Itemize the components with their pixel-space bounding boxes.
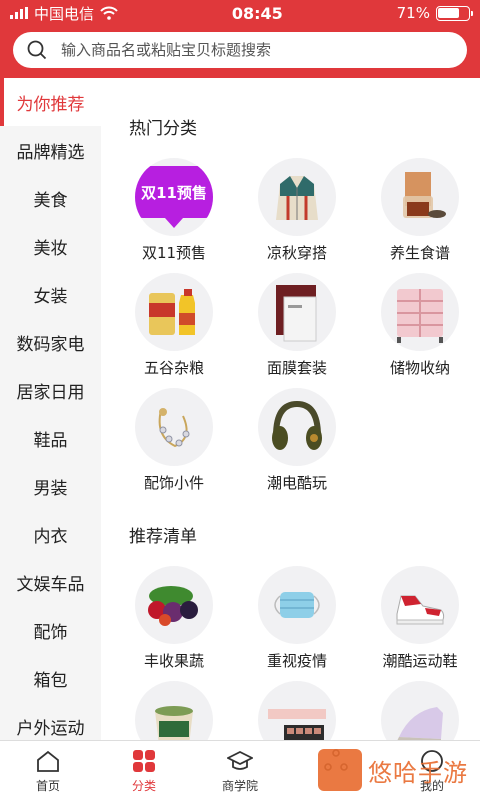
sidebar-item[interactable]: 文娱车品: [0, 558, 101, 606]
battery-icon: [435, 5, 473, 21]
sidebar-item[interactable]: 配饰: [0, 606, 101, 654]
face-mask-icon: [258, 273, 336, 351]
jacket-icon: [258, 158, 336, 236]
hot-item-label: 五谷杂粮: [143, 359, 204, 377]
search-icon: [27, 40, 47, 60]
signal-icon: [10, 7, 28, 19]
sidebar-item[interactable]: 居家日用: [0, 366, 101, 414]
hot-item[interactable]: 配饰小件: [113, 388, 235, 493]
headphones-icon: [258, 388, 336, 466]
search-input[interactable]: [61, 41, 441, 59]
status-bar: 中国电信 08:45 71%: [0, 0, 480, 26]
category-icon: [131, 749, 157, 773]
recommend-list-title: 推荐清单: [129, 527, 197, 547]
search-bar[interactable]: [13, 32, 467, 68]
recommend-item[interactable]: 潮酷运动鞋: [359, 566, 480, 671]
home-icon: [35, 749, 61, 773]
storage-drawer-icon: [381, 273, 459, 351]
recommend-item[interactable]: 重视疫情: [236, 566, 358, 671]
tab-graduation-cap[interactable]: 商学院: [192, 741, 288, 800]
hot-category-title: 热门分类: [129, 119, 197, 139]
hot-item-label: 养生食谱: [389, 244, 450, 262]
hot-item-label: 凉秋穿搭: [266, 244, 327, 262]
eyeshadow-palette-icon: [258, 681, 336, 740]
sidebar-item[interactable]: 鞋品: [0, 414, 101, 462]
tab-home[interactable]: 首页: [0, 741, 96, 800]
hot-item[interactable]: 面膜套装: [236, 273, 358, 378]
hot-item-label: 配饰小件: [143, 474, 204, 492]
hot-item-label: 储物收纳: [389, 359, 450, 377]
wifi-icon: [100, 6, 118, 20]
sidebar-item[interactable]: 美妆: [0, 222, 101, 270]
recommend-item-label: 丰收果蔬: [143, 652, 204, 670]
iron-icon: [381, 681, 459, 740]
clock: 08:45: [231, 3, 283, 23]
hot-item[interactable]: 五谷杂粮: [113, 273, 235, 378]
sidebar-item[interactable]: 男装: [0, 462, 101, 510]
rice-oil-icon: [135, 273, 213, 351]
sidebar-item[interactable]: 美食: [0, 174, 101, 222]
recommend-item[interactable]: [359, 681, 480, 740]
recommend-item[interactable]: 丰收果蔬: [113, 566, 235, 671]
hot-item-label: 面膜套装: [266, 359, 327, 377]
recommend-item[interactable]: [236, 681, 358, 740]
medical-mask-icon: [258, 566, 336, 644]
battery-percent: 71%: [396, 4, 430, 22]
recommend-item-label: 重视疫情: [266, 652, 327, 670]
svg-text:双11预售: 双11预售: [141, 184, 207, 202]
hot-item[interactable]: 双11预售 双11预售: [113, 158, 235, 263]
bracelet-icon: [135, 388, 213, 466]
hot-item-label: 潮电酷玩: [266, 474, 327, 492]
tab-label: 商学院: [221, 779, 258, 793]
recommend-item[interactable]: [113, 681, 235, 740]
sidebar-item[interactable]: 箱包: [0, 654, 101, 702]
sidebar-item[interactable]: 女装: [0, 270, 101, 318]
sidebar-item[interactable]: 数码家电: [0, 318, 101, 366]
hot-item[interactable]: 凉秋穿搭: [236, 158, 358, 263]
sidebar-item[interactable]: 品牌精选: [0, 126, 101, 174]
watermark-logo: 悠哈手游: [318, 748, 478, 792]
sidebar-item[interactable]: 内衣: [0, 510, 101, 558]
header: 中国电信 08:45 71%: [0, 0, 480, 78]
tab-category[interactable]: 分类: [96, 741, 192, 800]
carrier-label: 中国电信: [34, 4, 95, 23]
fruit-icon: [135, 566, 213, 644]
sidebar-item[interactable]: 户外运动: [0, 702, 101, 740]
tab-label: 首页: [35, 779, 60, 793]
hot-item[interactable]: 潮电酷玩: [236, 388, 358, 493]
graduation-cap-icon: [225, 749, 255, 773]
recommend-item-label: 潮酷运动鞋: [382, 652, 458, 670]
sidebar-item[interactable]: 为你推荐: [0, 78, 101, 126]
watermark-icon: [318, 749, 362, 791]
hot-item-label: 双11预售: [141, 244, 207, 262]
watermark-text: 悠哈手游: [368, 758, 468, 787]
hot-item[interactable]: 储物收纳: [359, 273, 480, 378]
double11-presale-icon: 双11预售: [135, 158, 213, 236]
tea-icon: [381, 158, 459, 236]
category-content: 热门分类 双11预售 双11预售 凉秋穿搭 养生食谱 五谷杂粮 面膜套装 储物收纳 配饰小件潮…: [101, 78, 480, 740]
hot-item[interactable]: 养生食谱: [359, 158, 480, 263]
sneaker-icon: [381, 566, 459, 644]
snack-bowl-icon: [135, 681, 213, 740]
category-sidebar: 为你推荐 品牌精选 美食 美妆 女装 数码家电 居家日用 鞋品 男装 内衣 文娱车品 配饰 箱包 户外运动: [0, 78, 101, 740]
tab-label: 分类: [131, 779, 156, 793]
